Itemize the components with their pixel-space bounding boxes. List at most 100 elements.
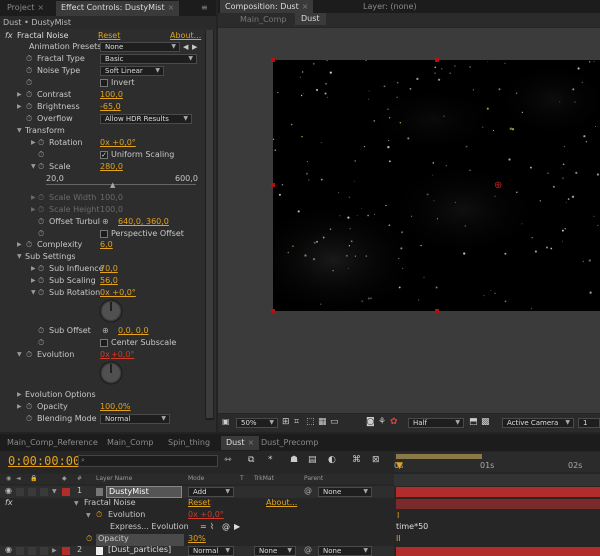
close-icon[interactable]: ×: [37, 3, 44, 12]
scale-slider-track[interactable]: [46, 184, 196, 185]
crosshair-icon[interactable]: ⊕: [102, 216, 109, 228]
lock-toggle[interactable]: [40, 547, 48, 555]
collapse-icon[interactable]: ▼: [31, 287, 36, 299]
stopwatch-icon[interactable]: ⏱: [26, 65, 32, 77]
perspective-offset-checkbox[interactable]: [100, 230, 108, 238]
stopwatch-icon[interactable]: ⏱: [38, 337, 44, 349]
timecode-icon[interactable]: ▭: [330, 417, 339, 427]
stopwatch-icon[interactable]: ⏱: [26, 113, 32, 125]
layer-search-input[interactable]: ⌕: [78, 455, 218, 467]
label-color-swatch[interactable]: [62, 488, 70, 496]
layer-row-1[interactable]: ◉ ▼ 1 DustyMist Add ▼ @ None ▼: [0, 486, 394, 498]
stopwatch-icon[interactable]: ⏱: [26, 401, 32, 413]
expand-icon[interactable]: ▶: [17, 401, 22, 413]
sub-scaling-value[interactable]: 56,0: [100, 275, 118, 287]
tab-dust[interactable]: Dust ×: [221, 436, 260, 450]
animation-presets-dropdown[interactable]: None ▼: [100, 42, 180, 52]
rotation-value[interactable]: 0x +0,0°: [100, 137, 136, 149]
collapse-icon[interactable]: ▼: [31, 161, 36, 173]
stopwatch-icon[interactable]: ⏱: [38, 137, 44, 149]
layer1-duration-bar[interactable]: [396, 487, 600, 497]
complexity-value[interactable]: 6,0: [100, 239, 113, 251]
sub-influence-value[interactable]: 70,0: [100, 263, 118, 275]
expression-enable-icon[interactable]: =: [200, 522, 207, 531]
stopwatch-icon[interactable]: ⏱: [86, 534, 92, 544]
stopwatch-icon[interactable]: ⏱: [38, 263, 44, 275]
layer-mode-dropdown[interactable]: Add ▼: [188, 487, 234, 497]
visibility-eye-icon[interactable]: ◉: [5, 545, 12, 554]
expand-icon[interactable]: ▶: [31, 263, 36, 275]
opacity-keyframe-marker[interactable]: II: [396, 534, 401, 543]
comp-viewer[interactable]: ⊕: [218, 28, 600, 413]
close-icon[interactable]: ×: [302, 2, 309, 11]
layer-name[interactable]: [Dust_particles]: [108, 545, 171, 554]
breadcrumb-dust[interactable]: Dust: [295, 13, 326, 25]
stopwatch-icon[interactable]: ⏱: [26, 101, 32, 113]
tab-composition[interactable]: Composition: Dust ×: [220, 0, 314, 14]
effect-reset-link[interactable]: Reset: [188, 498, 210, 507]
comp-mini-flowchart-icon[interactable]: ⇿: [224, 455, 232, 465]
expand-icon[interactable]: ▶: [17, 389, 22, 401]
sub-settings-group-row[interactable]: ▼ Sub Settings: [0, 251, 208, 263]
preset-prev-icon[interactable]: ◀: [183, 41, 188, 53]
comp-canvas[interactable]: ⊕: [273, 60, 600, 311]
visibility-eye-icon[interactable]: ◉: [5, 486, 12, 495]
stopwatch-icon[interactable]: ⏱: [38, 275, 44, 287]
overflow-dropdown[interactable]: Allow HDR Results ▼: [100, 114, 192, 124]
scrollbar-thumb[interactable]: [206, 30, 213, 418]
stopwatch-icon[interactable]: ⏱: [26, 239, 32, 251]
collapse-icon[interactable]: ▼: [17, 349, 22, 361]
layer-handle-middle-left[interactable]: [271, 183, 275, 187]
opacity-value[interactable]: 30%: [188, 534, 206, 543]
expression-language-menu-icon[interactable]: ▶: [234, 522, 240, 531]
collapse-icon[interactable]: ▼: [74, 500, 79, 507]
layer-name-field[interactable]: DustyMist: [106, 486, 182, 498]
show-snapshot-icon[interactable]: ⚘: [378, 417, 386, 427]
motion-blur-icon[interactable]: ◐: [328, 455, 336, 465]
layer-handle-bottom-left[interactable]: [271, 309, 275, 313]
graph-editor-icon[interactable]: ⌘: [352, 455, 361, 465]
grid-icon[interactable]: ⊞: [282, 417, 290, 427]
expression-graph-icon[interactable]: ⌇: [210, 522, 214, 531]
transparency-grid-icon[interactable]: ▦: [318, 417, 327, 427]
region-of-interest-icon[interactable]: ⬚: [306, 417, 315, 427]
resolution-dropdown[interactable]: Half ▼: [408, 418, 464, 428]
contrast-value[interactable]: 100,0: [100, 89, 123, 101]
expression-text[interactable]: time*50: [396, 522, 428, 531]
tab-dust-precomp[interactable]: Dust_Precomp: [256, 436, 323, 450]
parent-dropdown[interactable]: None ▼: [318, 487, 372, 497]
offset-turbulence-value[interactable]: 640,0, 360,0: [118, 216, 169, 228]
stopwatch-icon[interactable]: ⏱: [26, 413, 32, 425]
brightness-value[interactable]: -65,0: [100, 101, 121, 113]
solo-toggle[interactable]: [28, 547, 36, 555]
layer-handle-top-left[interactable]: [271, 58, 275, 62]
parent-pickwhip-icon[interactable]: @: [304, 486, 312, 495]
expand-icon[interactable]: ▶: [17, 239, 22, 251]
brainstorm-icon[interactable]: ⊠: [372, 455, 380, 465]
anchor-point-icon[interactable]: ⊕: [494, 181, 502, 191]
fx-icon[interactable]: fx: [5, 498, 13, 507]
current-timecode[interactable]: 0:00:00:00: [8, 454, 80, 468]
always-preview-icon[interactable]: ▣: [222, 417, 230, 426]
lock-toggle[interactable]: [40, 488, 48, 496]
solo-toggle[interactable]: [28, 488, 36, 496]
frame-blending-icon[interactable]: ▤: [308, 455, 317, 465]
stopwatch-icon[interactable]: ⏱: [26, 349, 32, 361]
noise-type-dropdown[interactable]: Soft Linear ▼: [100, 66, 164, 76]
blending-mode-dropdown[interactable]: Normal ▼: [100, 414, 170, 424]
trkmat-dropdown[interactable]: None ▼: [254, 546, 296, 556]
invert-checkbox[interactable]: [100, 79, 108, 87]
breadcrumb-main-comp[interactable]: Main_Comp: [240, 15, 286, 24]
effect-controls-scrollbar[interactable]: [205, 30, 214, 420]
fractal-type-dropdown[interactable]: Basic ▼: [100, 54, 197, 64]
playhead-icon[interactable]: ▼: [396, 461, 403, 471]
uniform-scaling-checkbox[interactable]: ✓: [100, 151, 108, 159]
layer-handle-bottom-center[interactable]: [435, 309, 439, 313]
expand-icon[interactable]: ▶: [17, 89, 22, 101]
close-icon[interactable]: ×: [248, 438, 255, 447]
stopwatch-icon[interactable]: ⏱: [38, 161, 44, 173]
mask-visibility-icon[interactable]: ⌗: [294, 417, 299, 427]
close-icon[interactable]: ×: [168, 3, 175, 12]
stopwatch-icon[interactable]: ⏱: [26, 77, 32, 89]
parent-pickwhip-icon[interactable]: @: [304, 545, 312, 554]
